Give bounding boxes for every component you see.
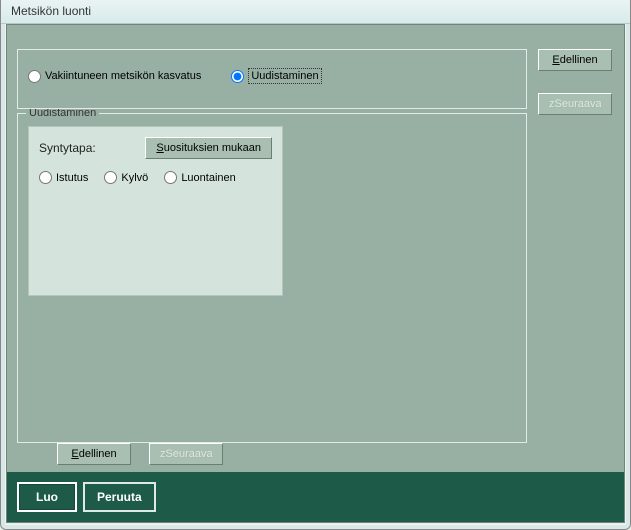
syntytapa-label: Syntytapa: xyxy=(39,141,96,155)
window-titlebar: Metsikön luonti xyxy=(1,0,630,24)
radio-istutus-input[interactable] xyxy=(39,171,52,184)
next-button-right: zSeuraava xyxy=(538,93,612,115)
prev-hotkey-bottom: E xyxy=(71,448,78,460)
prev-text-bottom: dellinen xyxy=(79,448,117,460)
radio-luontainen-input[interactable] xyxy=(164,171,177,184)
prev-button-bottom[interactable]: Edellinen xyxy=(57,443,131,465)
syntytapa-header-row: Syntytapa: Suosituksien mukaan xyxy=(39,137,272,159)
radio-kylvo[interactable]: Kylvö xyxy=(104,171,148,184)
bottom-nav-buttons: Edellinen zSeuraava xyxy=(57,443,223,465)
radio-established-input[interactable] xyxy=(28,70,41,83)
radio-regeneration[interactable]: Uudistaminen xyxy=(231,68,321,84)
radio-established-label: Vakiintuneen metsikön kasvatus xyxy=(45,70,201,82)
recommendation-rest: uosituksien mukaan xyxy=(164,142,261,154)
radio-kylvo-label: Kylvö xyxy=(121,172,148,184)
top-radio-row: Vakiintuneen metsikön kasvatus Uudistami… xyxy=(18,50,526,102)
footer-bar: Luo Peruuta xyxy=(7,472,624,522)
radio-regeneration-label: Uudistaminen xyxy=(248,68,321,84)
next-button-bottom: zSeuraava xyxy=(149,443,223,465)
prev-hotkey: E xyxy=(552,54,559,66)
radio-regeneration-input[interactable] xyxy=(231,70,244,83)
radio-luontainen[interactable]: Luontainen xyxy=(164,171,235,184)
regeneration-fieldset: Uudistaminen Syntytapa: Suosituksien muk… xyxy=(17,113,527,443)
body-area: Edellinen zSeuraava Vakiintuneen metsikö… xyxy=(7,25,624,472)
radio-luontainen-label: Luontainen xyxy=(181,172,235,184)
window-inner: Edellinen zSeuraava Vakiintuneen metsikö… xyxy=(6,24,625,523)
create-button-label: Luo xyxy=(36,490,58,504)
cancel-button-label: Peruuta xyxy=(97,490,142,504)
cancel-button[interactable]: Peruuta xyxy=(83,482,156,512)
top-option-panel: Vakiintuneen metsikön kasvatus Uudistami… xyxy=(17,49,527,109)
radio-istutus-label: Istutus xyxy=(56,172,88,184)
window-title: Metsikön luonti xyxy=(11,4,91,18)
radio-istutus[interactable]: Istutus xyxy=(39,171,88,184)
syntytapa-panel: Syntytapa: Suosituksien mukaan Istutus K… xyxy=(28,126,283,296)
radio-established[interactable]: Vakiintuneen metsikön kasvatus xyxy=(28,70,201,83)
prev-text: dellinen xyxy=(560,54,598,66)
right-nav-buttons: Edellinen zSeuraava xyxy=(538,49,612,115)
create-button[interactable]: Luo xyxy=(17,482,77,512)
window-frame: Metsikön luonti Edellinen zSeuraava Vaki… xyxy=(0,0,631,530)
recommendation-button[interactable]: Suosituksien mukaan xyxy=(145,137,272,159)
prev-button-right[interactable]: Edellinen xyxy=(538,49,612,71)
next-text-bottom: zSeuraava xyxy=(160,448,213,460)
radio-kylvo-input[interactable] xyxy=(104,171,117,184)
next-text: zSeuraava xyxy=(549,98,602,110)
syntytapa-options: Istutus Kylvö Luontainen xyxy=(39,171,272,184)
recommendation-hotkey: S xyxy=(156,142,163,154)
